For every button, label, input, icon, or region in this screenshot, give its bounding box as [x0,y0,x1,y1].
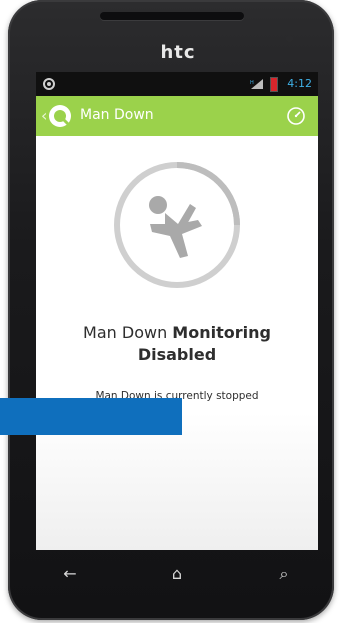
home-button[interactable]: ⌂ [165,562,189,586]
battery-icon [270,77,278,92]
status-time: 4:12 [287,77,312,90]
headline-part3: Disabled [137,345,217,364]
front-camera-icon [286,35,293,42]
signal-type: H [250,80,254,86]
headline-part2: Monitoring [172,323,271,342]
phone-brand: htc [160,42,196,63]
back-button[interactable]: ← [58,562,82,586]
app-title: Man Down [80,107,154,123]
status-bar: H 4:12 [36,72,318,96]
app-logo-icon[interactable] [48,104,72,128]
notification-icon [43,78,55,90]
timer-icon[interactable] [286,106,306,126]
navigation-bar: ← ⌂ ⌕ [36,550,318,598]
headline-part1: Man Down [83,323,173,342]
signal-icon: H [250,79,263,89]
fallen-person-icon [114,162,240,288]
phone-screen: H 4:12 ‹ Man Down Man Down Monitoring Di… [36,72,318,550]
up-caret-icon[interactable]: ‹ [41,106,47,125]
phone-speaker [100,12,244,20]
monitoring-status-headline: Man Down Monitoring Disabled [36,322,318,366]
search-button[interactable]: ⌕ [272,562,296,586]
blue-overlay-bar [0,398,182,435]
action-bar: ‹ Man Down [36,96,318,136]
